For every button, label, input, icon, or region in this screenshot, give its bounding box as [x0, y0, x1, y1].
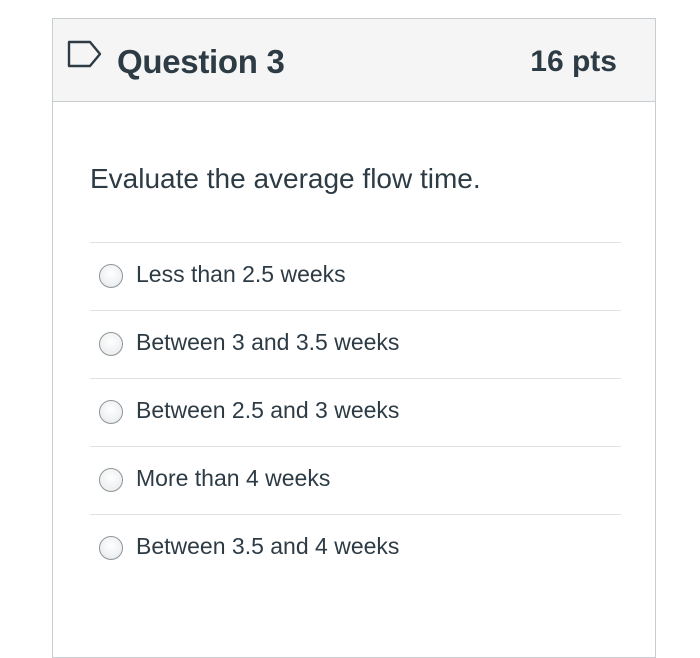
answer-label[interactable]: Between 2.5 and 3 weeks	[136, 397, 399, 424]
answer-option[interactable]: Between 2.5 and 3 weeks	[90, 378, 621, 446]
radio-button[interactable]	[99, 536, 123, 560]
answer-label[interactable]: Less than 2.5 weeks	[136, 261, 346, 288]
answer-option[interactable]: Between 3 and 3.5 weeks	[90, 310, 621, 378]
answer-list: Less than 2.5 weeks Between 3 and 3.5 we…	[90, 242, 621, 582]
answer-label[interactable]: Between 3 and 3.5 weeks	[136, 329, 399, 356]
question-header: Question 3 16 pts	[53, 19, 655, 102]
radio-button[interactable]	[99, 468, 123, 492]
answer-option[interactable]: Between 3.5 and 4 weeks	[90, 514, 621, 582]
question-text: Evaluate the average flow time.	[90, 163, 481, 194]
question-card: Question 3 16 pts Evaluate the average f…	[52, 18, 656, 658]
radio-button[interactable]	[99, 264, 123, 288]
answer-label[interactable]: More than 4 weeks	[136, 465, 330, 492]
radio-button[interactable]	[99, 400, 123, 424]
answer-label[interactable]: Between 3.5 and 4 weeks	[136, 533, 399, 560]
flag-question-icon[interactable]	[67, 39, 103, 69]
radio-button[interactable]	[99, 332, 123, 356]
answer-option[interactable]: Less than 2.5 weeks	[90, 242, 621, 310]
answer-option[interactable]: More than 4 weeks	[90, 446, 621, 514]
question-title: Question 3	[117, 43, 285, 80]
question-points: 16 pts	[530, 45, 617, 78]
